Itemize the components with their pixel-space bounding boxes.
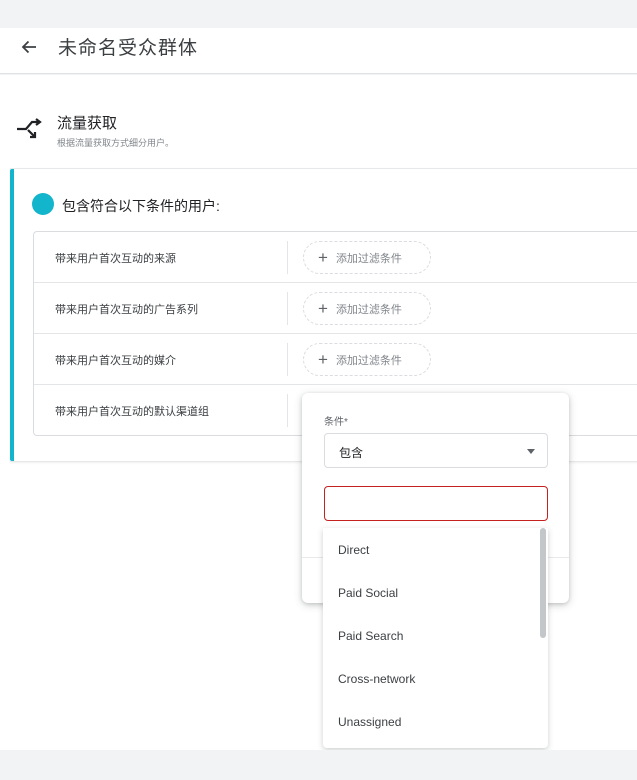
add-filter-button[interactable]: + 添加过滤条件 <box>303 343 431 376</box>
row-label: 带来用户首次互动的广告系列 <box>55 304 198 316</box>
option-paid-social[interactable]: Paid Social <box>323 571 548 614</box>
condition-label: 条件* <box>324 417 348 428</box>
arrow-back-icon[interactable] <box>18 36 40 58</box>
bottom-strip <box>0 750 637 780</box>
plus-icon: + <box>318 299 328 318</box>
row-label: 带来用户首次互动的默认渠道组 <box>55 406 209 418</box>
add-filter-label: 添加过滤条件 <box>335 252 402 265</box>
plus-icon: + <box>318 248 328 267</box>
options-scrollbar[interactable] <box>540 528 546 638</box>
row-divider <box>287 394 288 427</box>
condition-select[interactable]: 包含 <box>324 433 548 468</box>
add-filter-label: 添加过滤条件 <box>335 303 402 316</box>
add-filter-label: 添加过滤条件 <box>335 354 402 367</box>
options-dropdown: Direct Paid Social Paid Search Cross-net… <box>323 528 548 748</box>
condition-value: 包含 <box>339 446 364 460</box>
row-divider <box>287 241 288 274</box>
plus-icon: + <box>318 350 328 369</box>
condition-row: 带来用户首次互动的广告系列 + 添加过滤条件 <box>34 283 637 334</box>
option-direct[interactable]: Direct <box>323 528 548 571</box>
option-unassigned[interactable]: Unassigned <box>323 700 548 743</box>
value-input[interactable] <box>324 486 548 521</box>
page-title: 未命名受众群体 <box>58 38 199 59</box>
row-divider <box>287 292 288 325</box>
page-header: 未命名受众群体 <box>0 28 637 74</box>
add-filter-button[interactable]: + 添加过滤条件 <box>303 241 431 274</box>
include-label: 包含符合以下条件的用户: <box>62 198 220 214</box>
include-indicator-icon <box>32 193 54 215</box>
caret-down-icon <box>527 449 535 454</box>
section-title: 流量获取 <box>57 115 118 132</box>
section-subtitle: 根据流量获取方式细分用户。 <box>57 138 175 148</box>
top-strip <box>0 0 637 28</box>
row-label: 带来用户首次互动的来源 <box>55 253 176 265</box>
row-label: 带来用户首次互动的媒介 <box>55 355 176 367</box>
add-filter-button[interactable]: + 添加过滤条件 <box>303 292 431 325</box>
option-cross-network[interactable]: Cross-network <box>323 657 548 700</box>
condition-row: 带来用户首次互动的媒介 + 添加过滤条件 <box>34 334 637 385</box>
condition-row: 带来用户首次互动的来源 + 添加过滤条件 <box>34 232 637 283</box>
merge-arrows-icon <box>16 116 44 142</box>
row-divider <box>287 343 288 376</box>
option-paid-search[interactable]: Paid Search <box>323 614 548 657</box>
card-accent-bar <box>10 169 14 461</box>
